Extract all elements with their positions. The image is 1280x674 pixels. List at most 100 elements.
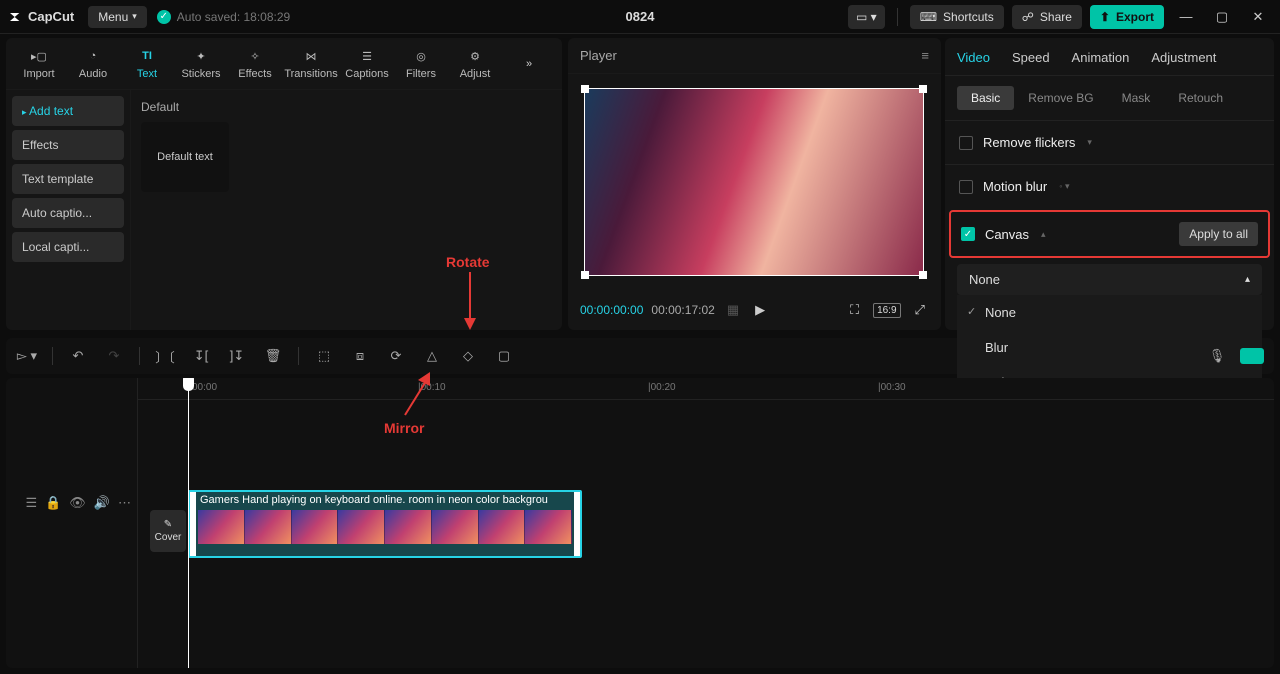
video-clip[interactable]: Gamers Hand playing on keyboard online. … — [188, 490, 582, 558]
tab-animation[interactable]: Animation — [1072, 50, 1130, 65]
ruler-tick: |00:10 — [418, 382, 446, 393]
text-tab[interactable]: TIText — [120, 42, 174, 85]
captions-tab[interactable]: ☰Captions — [340, 42, 394, 85]
audio-icon: ◔ — [84, 47, 102, 65]
chevron-up-icon: ▴ — [1041, 229, 1046, 240]
subtab-removebg[interactable]: Remove BG — [1014, 86, 1107, 110]
media-panel: ▸▢Import ◔Audio TIText ✦Stickers ✧Effect… — [6, 38, 562, 330]
filters-icon: ◎ — [412, 47, 430, 65]
adjust-tab[interactable]: ⚙Adjust — [448, 42, 502, 85]
subtab-basic[interactable]: Basic — [957, 86, 1014, 110]
redo-button[interactable]: ↷ — [103, 345, 125, 367]
stickers-icon: ✦ — [192, 47, 210, 65]
chevron-up-icon: ▴ — [1245, 274, 1250, 285]
prop-canvas: ✓ Canvas▴ Apply to all — [949, 210, 1270, 258]
sidebar-item-localcaptions[interactable]: Local capti... — [12, 232, 124, 262]
shortcuts-button[interactable]: ⌨ Shortcuts — [910, 5, 1004, 29]
resize-handle-tl[interactable] — [581, 85, 589, 93]
split-button[interactable]: 〕〔 — [154, 345, 176, 367]
tab-adjustment[interactable]: Adjustment — [1151, 50, 1216, 65]
view-grid-icon[interactable]: ▦ — [723, 298, 743, 322]
time-current: 00:00:00:00 — [580, 303, 643, 317]
ruler-tick: |00:20 — [648, 382, 676, 393]
audio-tab[interactable]: ◔Audio — [66, 42, 120, 85]
project-title[interactable]: 0824 — [626, 9, 655, 24]
layers-icon[interactable]: ☰ — [25, 495, 37, 511]
keyboard-icon: ⌨ — [920, 10, 937, 24]
aspect-ratio[interactable]: 16:9 — [873, 303, 900, 318]
cover-button[interactable]: ✎ Cover — [150, 510, 186, 552]
close-button[interactable]: ✕ — [1244, 5, 1272, 29]
trim-right-button[interactable]: ]↧ — [226, 345, 248, 367]
prop-remove-flickers[interactable]: Remove flickers▾ — [945, 120, 1274, 164]
rotate-icon[interactable]: ◇ — [457, 345, 479, 367]
sidebar-item-effects[interactable]: Effects — [12, 130, 124, 160]
apply-to-all-button[interactable]: Apply to all — [1179, 222, 1258, 246]
resize-handle-br[interactable] — [919, 271, 927, 279]
layout-button[interactable]: ▭ ▾ — [848, 5, 885, 29]
transitions-tab[interactable]: ⋈Transitions — [282, 42, 340, 85]
magnetic-toggle[interactable] — [1240, 348, 1264, 364]
playhead[interactable] — [188, 378, 189, 668]
canvas-select[interactable]: None ▴ — [957, 264, 1262, 295]
export-button[interactable]: ⬆ Export — [1090, 5, 1164, 29]
resize-handle-bl[interactable] — [581, 271, 589, 279]
module-tabs: ▸▢Import ◔Audio TIText ✦Stickers ✧Effect… — [6, 38, 562, 90]
ruler-tick: |00:30 — [878, 382, 906, 393]
clip-handle-right[interactable] — [574, 492, 580, 556]
checkbox-flickers[interactable] — [959, 136, 973, 150]
mirror-icon[interactable]: △ — [421, 345, 443, 367]
sidebar-item-autocaptions[interactable]: Auto captio... — [12, 198, 124, 228]
mute-icon[interactable]: 🔊 — [94, 495, 110, 511]
lock-icon[interactable]: 🔒 — [45, 495, 61, 511]
eye-icon[interactable]: 👁 — [69, 495, 86, 511]
reverse-icon[interactable]: ⟳ — [385, 345, 407, 367]
timeline-tracks[interactable]: 00:00 |00:10 |00:20 |00:30 ✎ Cover Gamer… — [138, 378, 1274, 668]
default-text-thumb[interactable]: Default text — [141, 122, 229, 192]
resize-handle-tr[interactable] — [919, 85, 927, 93]
effects-icon: ✧ — [246, 47, 264, 65]
clip-handle-left[interactable] — [190, 492, 196, 556]
sidebar-item-template[interactable]: Text template — [12, 164, 124, 194]
timeline-ruler[interactable]: 00:00 |00:10 |00:20 |00:30 — [138, 378, 1274, 400]
share-button[interactable]: ☍ Share — [1012, 5, 1082, 29]
crop-view-icon[interactable]: ⛶ — [846, 298, 863, 322]
pencil-icon: ✎ — [164, 519, 172, 530]
text-sidebar: Add text Effects Text template Auto capt… — [6, 90, 130, 330]
play-button[interactable]: ▶ — [751, 298, 769, 322]
tab-video[interactable]: Video — [957, 50, 990, 65]
timeline-panel: ☰ 🔒 👁 🔊 ⋯ 00:00 |00:10 |00:20 |00:30 ✎ C… — [6, 378, 1274, 668]
tabs-more[interactable]: » — [502, 53, 556, 75]
prop-motion-blur[interactable]: Motion blur ◦ ▾ — [945, 164, 1274, 208]
player-menu[interactable]: ≡ — [921, 48, 929, 63]
trim-left-button[interactable]: ↧[ — [190, 345, 212, 367]
share-icon: ☍ — [1022, 10, 1034, 24]
subtab-retouch[interactable]: Retouch — [1164, 86, 1237, 110]
filters-tab[interactable]: ◎Filters — [394, 42, 448, 85]
menu-button[interactable]: Menu▾ — [88, 6, 147, 28]
properties-panel: Video Speed Animation Adjustment Basic R… — [945, 38, 1274, 330]
captions-icon: ☰ — [358, 47, 376, 65]
checkbox-motion[interactable] — [959, 180, 973, 194]
chevron-down-icon: ▾ — [1087, 137, 1092, 148]
cursor-tool[interactable]: ▻ ▾ — [16, 345, 38, 367]
crop-tool-icon[interactable]: ⬚ — [313, 345, 335, 367]
tab-speed[interactable]: Speed — [1012, 50, 1050, 65]
video-preview[interactable] — [584, 88, 924, 276]
stickers-tab[interactable]: ✦Stickers — [174, 42, 228, 85]
sidebar-item-add-text[interactable]: Add text — [12, 96, 124, 126]
fullscreen-icon[interactable]: ⤢ — [911, 298, 929, 322]
maximize-button[interactable]: ▢ — [1208, 5, 1236, 29]
freeze-icon[interactable]: ⧈ — [349, 345, 371, 367]
import-tab[interactable]: ▸▢Import — [12, 42, 66, 85]
delete-button[interactable]: 🗑 — [262, 345, 284, 367]
checkbox-canvas[interactable]: ✓ — [961, 227, 975, 241]
effects-tab[interactable]: ✧Effects — [228, 42, 282, 85]
dropdown-option-none[interactable]: None — [957, 295, 1262, 330]
subtab-mask[interactable]: Mask — [1108, 86, 1165, 110]
dropdown-option-blur[interactable]: Blur — [957, 330, 1262, 365]
more-icon[interactable]: ⋯ — [118, 495, 131, 511]
minimize-button[interactable]: — — [1172, 5, 1200, 29]
undo-button[interactable]: ↶ — [67, 345, 89, 367]
crop2-icon[interactable]: ▢ — [493, 345, 515, 367]
